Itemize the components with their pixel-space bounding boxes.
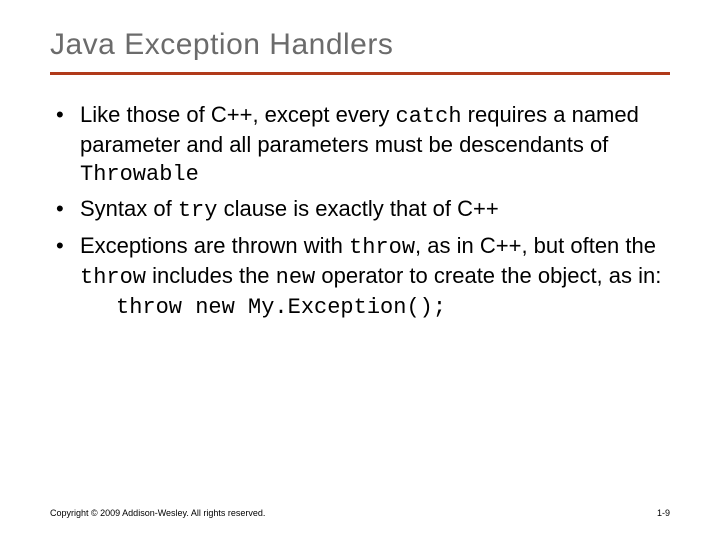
code-inline: try (178, 198, 218, 223)
bullet-item: Exceptions are thrown with throw, as in … (80, 232, 670, 322)
slide: Java Exception Handlers Like those of C+… (0, 0, 720, 322)
bullet-text: Exceptions are thrown with (80, 233, 349, 258)
bullet-item: Like those of C++, except every catch re… (80, 101, 670, 189)
code-inline: throw (80, 265, 146, 290)
code-inline: Throwable (80, 162, 199, 187)
bullet-list: Like those of C++, except every catch re… (50, 101, 670, 322)
footer: Copyright © 2009 Addison-Wesley. All rig… (50, 508, 670, 518)
title-rule (50, 72, 670, 75)
code-line: throw new My.Exception(); (116, 294, 670, 322)
bullet-text: includes the (146, 263, 276, 288)
bullet-text: operator to create the object, as in: (315, 263, 661, 288)
bullet-text: clause is exactly that of C++ (217, 196, 498, 221)
bullet-text: , as in C++, but often the (415, 233, 656, 258)
bullet-text: Syntax of (80, 196, 178, 221)
code-inline: new (276, 265, 316, 290)
copyright-text: Copyright © 2009 Addison-Wesley. All rig… (50, 508, 265, 518)
code-inline: catch (396, 104, 462, 129)
code-inline: throw (349, 235, 415, 260)
bullet-item: Syntax of try clause is exactly that of … (80, 195, 670, 225)
slide-title: Java Exception Handlers (50, 28, 670, 62)
page-number: 1-9 (657, 508, 670, 518)
bullet-text: Like those of C++, except every (80, 102, 396, 127)
